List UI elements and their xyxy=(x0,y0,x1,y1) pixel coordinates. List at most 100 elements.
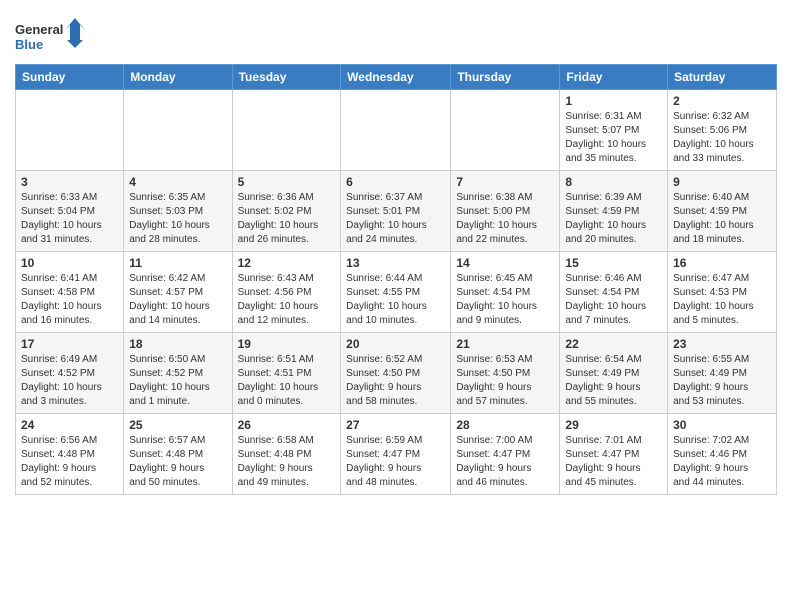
day-number: 11 xyxy=(129,256,226,270)
cell-week4-day0: 17 Sunrise: 6:49 AMSunset: 4:52 PMDayligh… xyxy=(16,333,124,414)
cell-week2-day2: 5 Sunrise: 6:36 AMSunset: 5:02 PMDaylight… xyxy=(232,171,341,252)
cell-week2-day5: 8Sunrise: 6:39 AMSunset: 4:59 PMDaylight… xyxy=(560,171,668,252)
day-info: Sunrise: 6:32 AMSunset: 5:06 PMDaylight:… xyxy=(673,110,771,166)
svg-text:Blue: Blue xyxy=(15,37,43,52)
day-info: Sunrise: 6:51 AMSunset: 4:51 PMDaylight:… xyxy=(238,353,336,409)
cell-week5-day4: 28Sunrise: 7:00 AMSunset: 4:47 PMDayligh… xyxy=(451,414,560,495)
day-number: 19 xyxy=(238,337,336,351)
cell-week3-day6: 16 Sunrise: 6:47 AMSunset: 4:53 PMDayligh… xyxy=(668,252,777,333)
day-number: 25 xyxy=(129,418,226,432)
day-info: Sunrise: 6:45 AMSunset: 4:54 PMDaylight:… xyxy=(456,272,554,328)
day-info: Sunrise: 6:37 AMSunset: 5:01 PMDaylight:… xyxy=(346,191,445,247)
day-info: Sunrise: 7:01 AMSunset: 4:47 PMDaylight:… xyxy=(565,434,662,490)
day-info: Sunrise: 7:02 AMSunset: 4:46 PMDaylight:… xyxy=(673,434,771,490)
week-row-4: 17 Sunrise: 6:49 AMSunset: 4:52 PMDayligh… xyxy=(16,333,777,414)
cell-week5-day5: 29 Sunrise: 7:01 AMSunset: 4:47 PMDayligh… xyxy=(560,414,668,495)
day-number: 24 xyxy=(21,418,118,432)
day-info: Sunrise: 6:35 AMSunset: 5:03 PMDaylight:… xyxy=(129,191,226,247)
page: General Blue SundayMondayTuesdayWednesda… xyxy=(0,0,792,510)
day-info: Sunrise: 6:47 AMSunset: 4:53 PMDaylight:… xyxy=(673,272,771,328)
cell-week2-day0: 3 Sunrise: 6:33 AMSunset: 5:04 PMDaylight… xyxy=(16,171,124,252)
logo-svg: General Blue xyxy=(15,16,85,56)
day-number: 18 xyxy=(129,337,226,351)
day-info: Sunrise: 6:46 AMSunset: 4:54 PMDaylight:… xyxy=(565,272,662,328)
cell-week1-day4 xyxy=(451,90,560,171)
day-number: 15 xyxy=(565,256,662,270)
cell-week2-day4: 7 Sunrise: 6:38 AMSunset: 5:00 PMDaylight… xyxy=(451,171,560,252)
cell-week4-day1: 18 Sunrise: 6:50 AMSunset: 4:52 PMDayligh… xyxy=(124,333,232,414)
cell-week3-day3: 13 Sunrise: 6:44 AMSunset: 4:55 PMDayligh… xyxy=(341,252,451,333)
day-number: 20 xyxy=(346,337,445,351)
day-number: 26 xyxy=(238,418,336,432)
cell-week4-day4: 21 Sunrise: 6:53 AMSunset: 4:50 PMDayligh… xyxy=(451,333,560,414)
day-number: 14 xyxy=(456,256,554,270)
cell-week5-day6: 30 Sunrise: 7:02 AMSunset: 4:46 PMDayligh… xyxy=(668,414,777,495)
day-number: 13 xyxy=(346,256,445,270)
cell-week1-day1 xyxy=(124,90,232,171)
day-info: Sunrise: 6:53 AMSunset: 4:50 PMDaylight:… xyxy=(456,353,554,409)
day-info: Sunrise: 6:50 AMSunset: 4:52 PMDaylight:… xyxy=(129,353,226,409)
calendar-header-row: SundayMondayTuesdayWednesdayThursdayFrid… xyxy=(16,65,777,90)
day-number: 6 xyxy=(346,175,445,189)
day-number: 4 xyxy=(129,175,226,189)
day-info: Sunrise: 6:42 AMSunset: 4:57 PMDaylight:… xyxy=(129,272,226,328)
cell-week4-day5: 22 Sunrise: 6:54 AMSunset: 4:49 PMDayligh… xyxy=(560,333,668,414)
day-info: Sunrise: 7:00 AMSunset: 4:47 PMDaylight:… xyxy=(456,434,554,490)
cell-week1-day2 xyxy=(232,90,341,171)
day-number: 29 xyxy=(565,418,662,432)
cell-week4-day2: 19 Sunrise: 6:51 AMSunset: 4:51 PMDayligh… xyxy=(232,333,341,414)
day-info: Sunrise: 6:44 AMSunset: 4:55 PMDaylight:… xyxy=(346,272,445,328)
day-info: Sunrise: 6:41 AMSunset: 4:58 PMDaylight:… xyxy=(21,272,118,328)
day-number: 21 xyxy=(456,337,554,351)
cell-week1-day0 xyxy=(16,90,124,171)
svg-text:General: General xyxy=(15,22,63,37)
day-info: Sunrise: 6:59 AMSunset: 4:47 PMDaylight:… xyxy=(346,434,445,490)
cell-week1-day6: 2 Sunrise: 6:32 AMSunset: 5:06 PMDaylight… xyxy=(668,90,777,171)
header-saturday: Saturday xyxy=(668,65,777,90)
cell-week5-day1: 25 Sunrise: 6:57 AMSunset: 4:48 PMDayligh… xyxy=(124,414,232,495)
day-info: Sunrise: 6:57 AMSunset: 4:48 PMDaylight:… xyxy=(129,434,226,490)
cell-week4-day3: 20Sunrise: 6:52 AMSunset: 4:50 PMDayligh… xyxy=(341,333,451,414)
header-wednesday: Wednesday xyxy=(341,65,451,90)
day-number: 3 xyxy=(21,175,118,189)
day-info: Sunrise: 6:38 AMSunset: 5:00 PMDaylight:… xyxy=(456,191,554,247)
day-number: 10 xyxy=(21,256,118,270)
cell-week2-day3: 6 Sunrise: 6:37 AMSunset: 5:01 PMDaylight… xyxy=(341,171,451,252)
day-info: Sunrise: 6:49 AMSunset: 4:52 PMDaylight:… xyxy=(21,353,118,409)
day-number: 5 xyxy=(238,175,336,189)
week-row-2: 3 Sunrise: 6:33 AMSunset: 5:04 PMDaylight… xyxy=(16,171,777,252)
day-number: 9 xyxy=(673,175,771,189)
header-tuesday: Tuesday xyxy=(232,65,341,90)
cell-week3-day2: 12Sunrise: 6:43 AMSunset: 4:56 PMDayligh… xyxy=(232,252,341,333)
day-info: Sunrise: 6:56 AMSunset: 4:48 PMDaylight:… xyxy=(21,434,118,490)
calendar: SundayMondayTuesdayWednesdayThursdayFrid… xyxy=(15,64,777,495)
header-monday: Monday xyxy=(124,65,232,90)
cell-week1-day5: 1 Sunrise: 6:31 AMSunset: 5:07 PMDaylight… xyxy=(560,90,668,171)
cell-week3-day4: 14 Sunrise: 6:45 AMSunset: 4:54 PMDayligh… xyxy=(451,252,560,333)
day-number: 1 xyxy=(565,94,662,108)
day-info: Sunrise: 6:36 AMSunset: 5:02 PMDaylight:… xyxy=(238,191,336,247)
day-number: 16 xyxy=(673,256,771,270)
day-number: 17 xyxy=(21,337,118,351)
day-number: 7 xyxy=(456,175,554,189)
day-info: Sunrise: 6:40 AMSunset: 4:59 PMDaylight:… xyxy=(673,191,771,247)
cell-week5-day2: 26 Sunrise: 6:58 AMSunset: 4:48 PMDayligh… xyxy=(232,414,341,495)
logo: General Blue xyxy=(15,16,85,56)
day-number: 22 xyxy=(565,337,662,351)
day-info: Sunrise: 6:58 AMSunset: 4:48 PMDaylight:… xyxy=(238,434,336,490)
header-thursday: Thursday xyxy=(451,65,560,90)
cell-week3-day1: 11 Sunrise: 6:42 AMSunset: 4:57 PMDayligh… xyxy=(124,252,232,333)
cell-week5-day3: 27Sunrise: 6:59 AMSunset: 4:47 PMDayligh… xyxy=(341,414,451,495)
day-info: Sunrise: 6:31 AMSunset: 5:07 PMDaylight:… xyxy=(565,110,662,166)
day-number: 2 xyxy=(673,94,771,108)
day-info: Sunrise: 6:54 AMSunset: 4:49 PMDaylight:… xyxy=(565,353,662,409)
cell-week2-day6: 9 Sunrise: 6:40 AMSunset: 4:59 PMDaylight… xyxy=(668,171,777,252)
day-number: 30 xyxy=(673,418,771,432)
day-info: Sunrise: 6:43 AMSunset: 4:56 PMDaylight:… xyxy=(238,272,336,328)
day-info: Sunrise: 6:33 AMSunset: 5:04 PMDaylight:… xyxy=(21,191,118,247)
week-row-5: 24 Sunrise: 6:56 AMSunset: 4:48 PMDayligh… xyxy=(16,414,777,495)
week-row-3: 10 Sunrise: 6:41 AMSunset: 4:58 PMDayligh… xyxy=(16,252,777,333)
cell-week4-day6: 23Sunrise: 6:55 AMSunset: 4:49 PMDayligh… xyxy=(668,333,777,414)
cell-week3-day0: 10 Sunrise: 6:41 AMSunset: 4:58 PMDayligh… xyxy=(16,252,124,333)
day-number: 23 xyxy=(673,337,771,351)
